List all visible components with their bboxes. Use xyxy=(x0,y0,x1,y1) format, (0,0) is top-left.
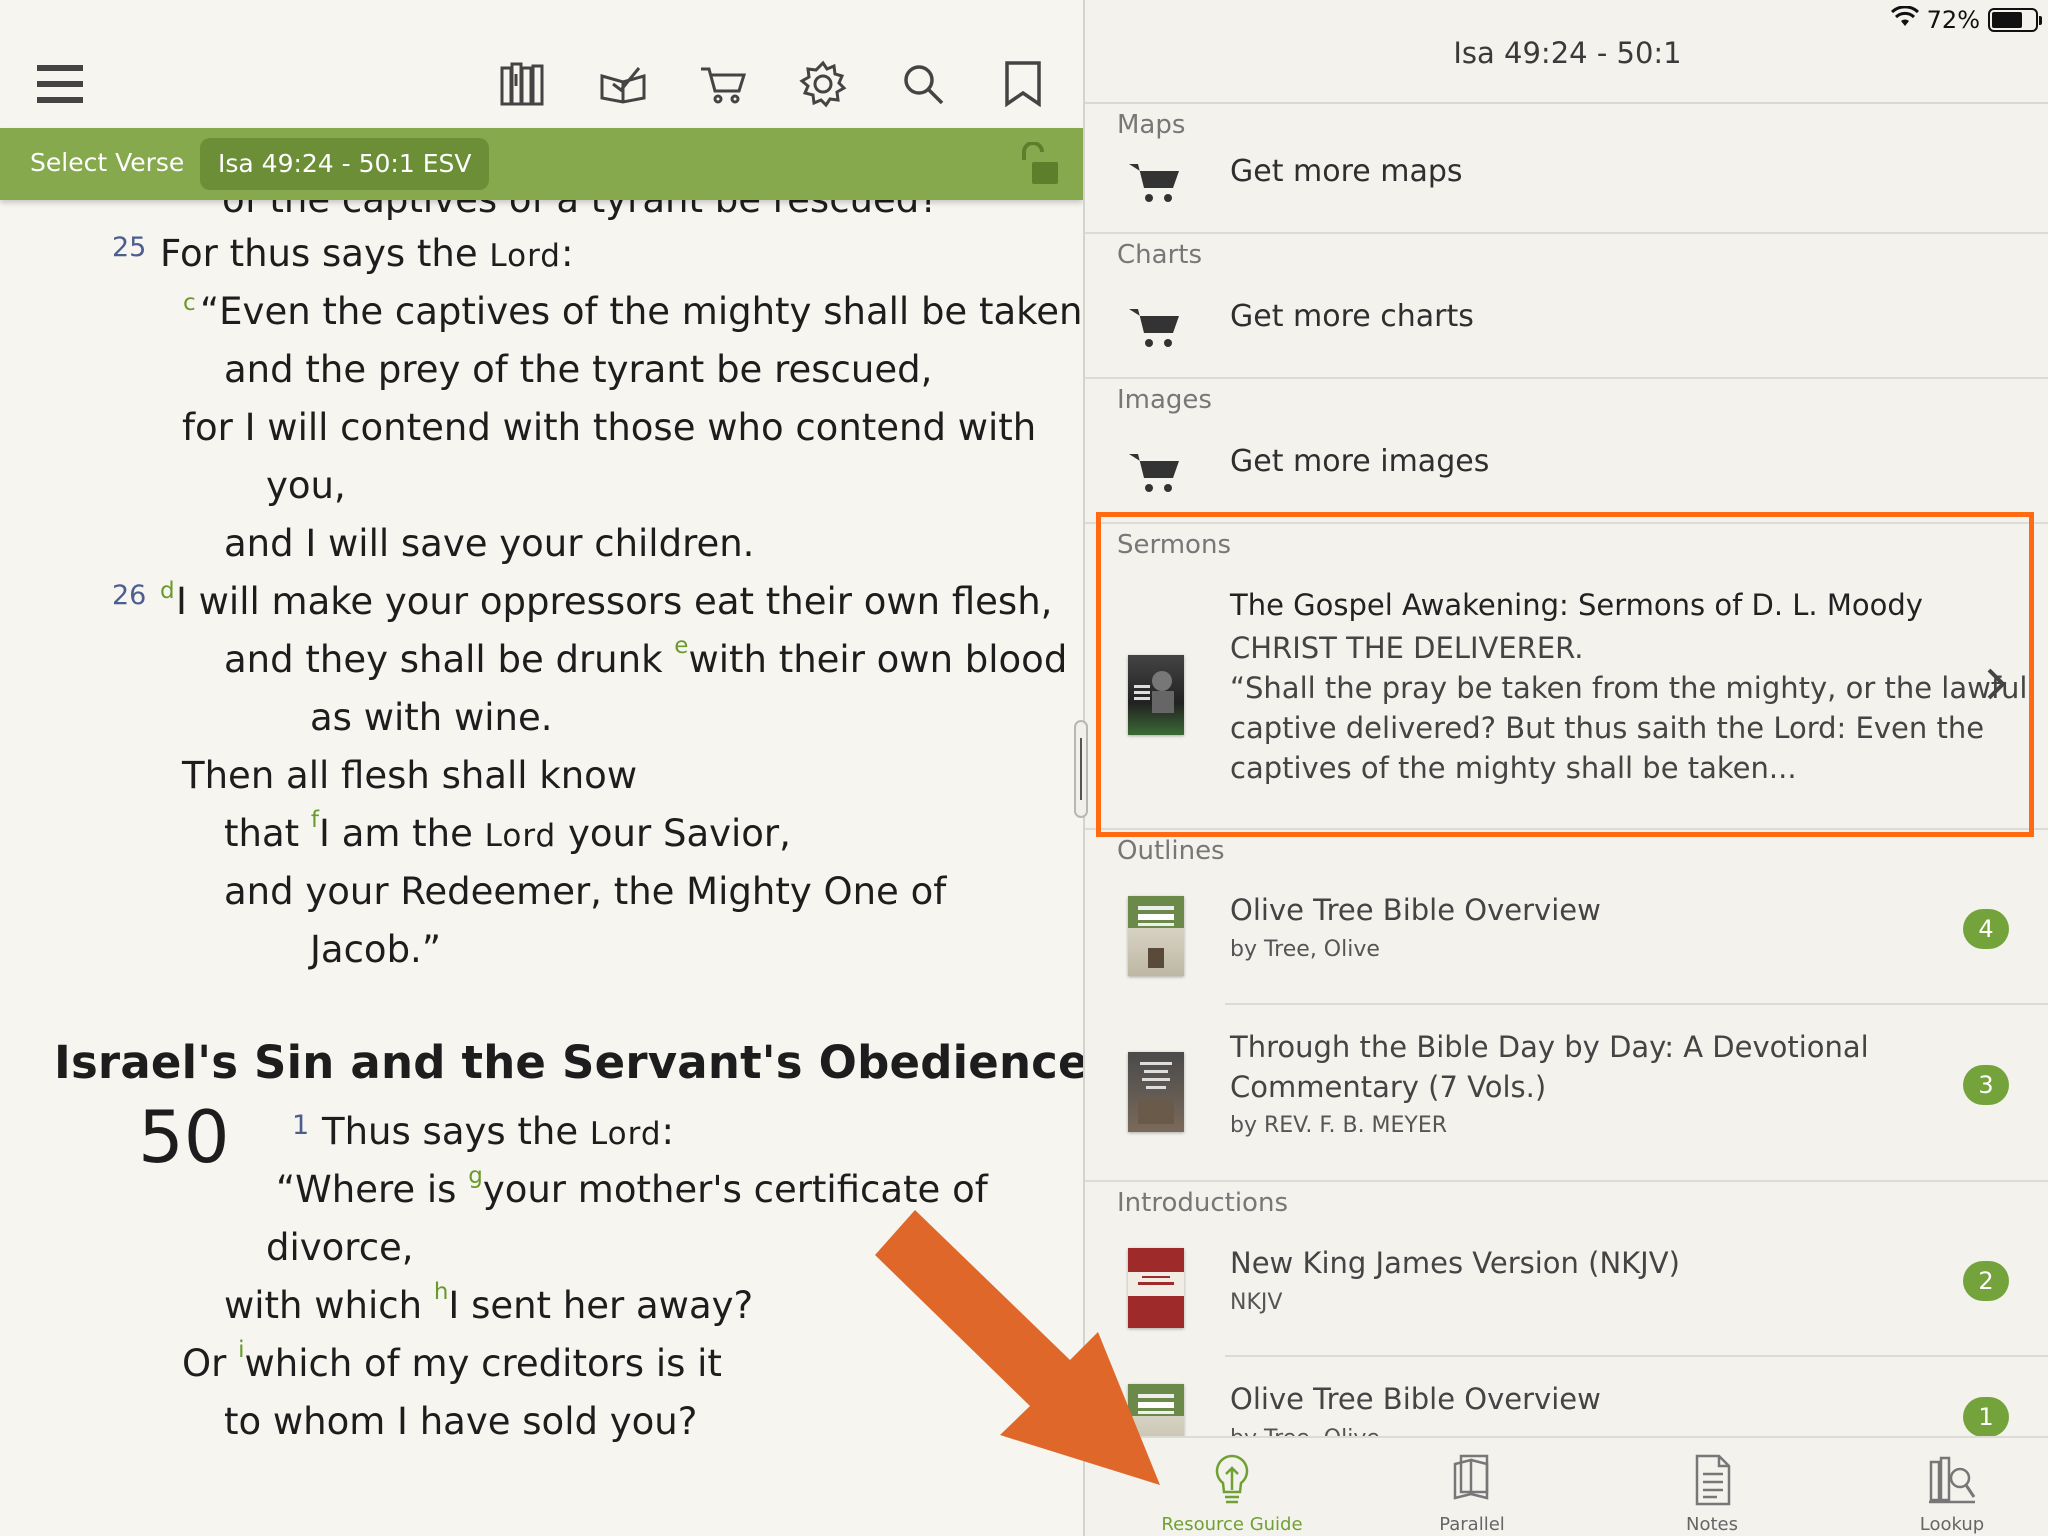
reference-button[interactable]: Isa 49:24 - 50:1 ESV xyxy=(200,138,490,190)
store-cart-icon[interactable] xyxy=(694,55,752,113)
resource-guide-reference-title: Isa 49:24 - 50:1 xyxy=(1453,36,1682,70)
verse-26-line-1: I will make your oppressors eat their ow… xyxy=(176,580,1053,623)
get-more-images-link[interactable]: Get more images xyxy=(1230,444,1489,479)
lightbulb-icon xyxy=(1215,1454,1249,1504)
tab-label: Parallel xyxy=(1439,1514,1505,1535)
divider xyxy=(1225,1003,2048,1005)
verse-1-line-3: divorce, xyxy=(266,1226,414,1269)
section-label-maps: Maps xyxy=(1117,110,1186,140)
tab-label: Notes xyxy=(1686,1514,1738,1535)
introduction-item-author: NKJV xyxy=(1230,1290,1283,1315)
verse-26-line-2: and they shall be drunk ewith their own … xyxy=(224,632,1068,681)
verse-1-line-4: with which hI sent her away? xyxy=(224,1278,754,1327)
divider xyxy=(1085,232,2048,234)
outline-item-title-line-1: Through the Bible Day by Day: A Devotion… xyxy=(1230,1030,1869,1064)
verse-selection-bar: Select Verse Isa 49:24 - 50:1 ESV xyxy=(0,128,1083,200)
get-more-charts-link[interactable]: Get more charts xyxy=(1230,299,1474,334)
verse-25-line-6: and I will save your children. xyxy=(224,522,755,565)
section-heading: Israel's Sin and the Servant's Obedience xyxy=(54,1036,1083,1089)
bottom-tab-bar: Resource Guide Parallel Notes Lookup xyxy=(1085,1436,2048,1536)
bookmark-icon[interactable] xyxy=(994,55,1052,113)
divider xyxy=(1225,1355,2048,1357)
verse-26-line-4: Then all flesh shall know xyxy=(182,754,638,797)
footnote-h[interactable]: h xyxy=(434,1279,449,1305)
divider xyxy=(1085,377,2048,379)
footnote-f[interactable]: f xyxy=(311,807,319,833)
footnote-c[interactable]: c xyxy=(183,290,196,316)
verse-25-line-2: “Even the captives of the mighty shall b… xyxy=(200,290,1083,333)
select-verse-button[interactable]: Select Verse xyxy=(30,148,184,177)
footnote-g[interactable]: g xyxy=(468,1163,483,1189)
verse-1-line-5: Or iwhich of my creditors is it xyxy=(182,1336,722,1385)
search-icon[interactable] xyxy=(894,55,952,113)
cart-icon xyxy=(1127,303,1183,351)
lord-small-caps: Lord xyxy=(484,818,557,854)
outline-item-title: Olive Tree Bible Overview xyxy=(1230,893,1601,927)
status-bar: 72% xyxy=(1890,5,2042,34)
tab-label: Lookup xyxy=(1919,1514,1985,1535)
notes-icon xyxy=(1695,1454,1731,1506)
introduction-item-title: Olive Tree Bible Overview xyxy=(1230,1382,1601,1416)
unlock-icon[interactable] xyxy=(1014,141,1062,186)
verse-26-line-3: as with wine. xyxy=(310,696,553,739)
verse-number-26[interactable]: 26 xyxy=(112,580,146,611)
split-view-handle[interactable] xyxy=(1074,720,1088,818)
lord-small-caps: Lord xyxy=(489,238,561,274)
count-badge: 2 xyxy=(1963,1261,2009,1301)
reading-plans-icon[interactable] xyxy=(594,55,652,113)
footnote-d[interactable]: d xyxy=(160,578,175,604)
olive-tree-overview-cover xyxy=(1128,896,1184,976)
verse-25-line-4: for I will contend with those who conten… xyxy=(182,406,1037,449)
verse-25-line-3: and the prey of the tyrant be rescued, xyxy=(224,348,933,391)
lord-small-caps: Lord xyxy=(589,1116,662,1152)
tab-notes[interactable]: Notes xyxy=(1617,1438,1807,1536)
cart-icon xyxy=(1127,158,1183,206)
divider xyxy=(1085,102,2048,104)
cart-icon xyxy=(1127,448,1183,496)
tab-lookup[interactable]: Lookup xyxy=(1857,1438,2047,1536)
count-badge: 3 xyxy=(1963,1065,2009,1105)
settings-gear-icon[interactable] xyxy=(794,55,852,113)
lookup-icon xyxy=(1929,1456,1976,1504)
count-badge: 1 xyxy=(1963,1397,2009,1437)
menu-icon[interactable] xyxy=(31,55,89,113)
chapter-number[interactable]: 50 xyxy=(138,1095,230,1179)
verse-1-line-1: Thus says the Lord: xyxy=(322,1110,674,1153)
battery-icon xyxy=(1988,8,2042,32)
through-the-bible-cover xyxy=(1128,1052,1184,1132)
count-badge: 4 xyxy=(1963,909,2009,949)
verse-25-line-5: you, xyxy=(266,464,346,507)
tab-parallel[interactable]: Parallel xyxy=(1377,1438,1567,1536)
verse-number-25[interactable]: 25 xyxy=(112,232,146,263)
section-label-images: Images xyxy=(1117,385,1212,415)
battery-percentage: 72% xyxy=(1926,6,1980,34)
divider xyxy=(1085,1180,2048,1182)
verse-26-line-6: and your Redeemer, the Mighty One of xyxy=(224,870,947,913)
wifi-icon xyxy=(1890,5,1919,34)
verse-26-line-7: Jacob.” xyxy=(310,928,441,971)
get-more-maps-link[interactable]: Get more maps xyxy=(1230,154,1463,189)
footnote-i[interactable]: i xyxy=(238,1337,244,1363)
outline-item-title-line-2: Commentary (7 Vols.) xyxy=(1230,1070,1547,1104)
outline-item-author: by Tree, Olive xyxy=(1230,937,1380,962)
section-label-charts: Charts xyxy=(1117,240,1202,270)
verse-1-line-6: to whom I have sold you? xyxy=(224,1400,698,1443)
section-label-outlines: Outlines xyxy=(1117,836,1225,866)
tab-label: Resource Guide xyxy=(1161,1514,1303,1535)
battery-level xyxy=(1992,12,2023,28)
annotation-highlight-box xyxy=(1096,512,2034,837)
verse-number-1[interactable]: 1 xyxy=(292,1110,309,1141)
outline-item-author: by REV. F. B. MEYER xyxy=(1230,1113,1448,1138)
app-window: Select Verse Isa 49:24 - 50:1 ESV of the… xyxy=(0,0,2048,1536)
parallel-books-icon xyxy=(1453,1454,1489,1500)
library-icon[interactable] xyxy=(494,55,552,113)
verse-25-line-1: For thus says the Lord: xyxy=(160,232,574,275)
footnote-e[interactable]: e xyxy=(674,633,688,659)
verse-26-line-5: that fI am the Lord your Savior, xyxy=(224,806,791,855)
top-toolbar xyxy=(0,0,1083,128)
annotation-arrow xyxy=(875,1210,1160,1485)
introduction-item-title: New King James Version (NKJV) xyxy=(1230,1246,1680,1280)
